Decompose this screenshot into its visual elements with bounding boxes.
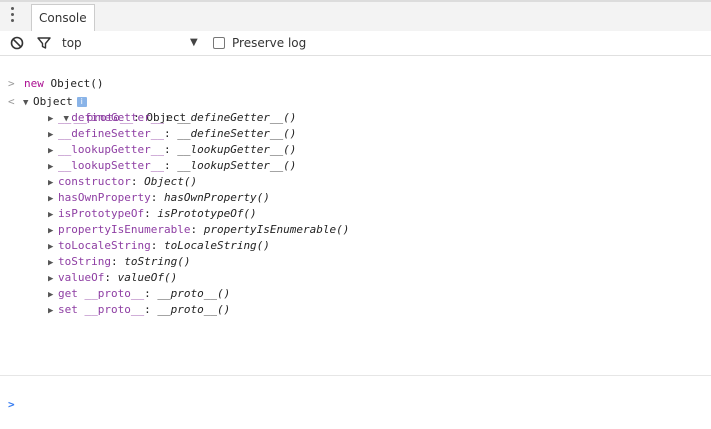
- console-prompt-icon: >: [8, 398, 15, 411]
- collapse-triangle-icon[interactable]: ▶: [48, 143, 58, 159]
- proto-member-row[interactable]: ▶ __defineGetter__: __defineGetter__(): [48, 110, 296, 126]
- separator: :: [130, 175, 145, 188]
- proto-member-name: isPrototypeOf: [58, 207, 145, 220]
- proto-member-row[interactable]: ▶ get __proto__: __proto__(): [48, 286, 230, 302]
- separator: :: [163, 127, 178, 140]
- console-result-line[interactable]: < ▼ Object i: [0, 78, 87, 108]
- proto-member-row[interactable]: ▶ isPrototypeOf: isPrototypeOf(): [48, 206, 257, 222]
- collapse-triangle-icon[interactable]: ▶: [48, 175, 58, 191]
- proto-member-value: __defineSetter__(): [177, 127, 297, 140]
- proto-member-value: toString(): [124, 255, 191, 268]
- proto-member-value: valueOf(): [117, 271, 178, 284]
- console-prompt-line[interactable]: >: [0, 381, 27, 411]
- proto-member-name: propertyIsEnumerable: [58, 223, 191, 236]
- proto-member-value: Object(): [144, 175, 198, 188]
- collapse-triangle-icon[interactable]: ▶: [48, 223, 58, 239]
- clear-console-icon[interactable]: [9, 35, 25, 51]
- console-input-line: > new Object(): [0, 60, 103, 90]
- separator: :: [163, 111, 178, 124]
- proto-member-name: __defineGetter__: [58, 111, 164, 124]
- separator: :: [163, 143, 178, 156]
- context-selector-label: top: [62, 36, 82, 50]
- separator: :: [190, 223, 204, 236]
- collapse-triangle-icon[interactable]: ▶: [48, 271, 58, 287]
- console-divider: [0, 375, 711, 376]
- more-tabs-menu-icon[interactable]: [10, 7, 16, 25]
- collapse-triangle-icon[interactable]: ▶: [48, 127, 58, 143]
- devtools-tabbar: Console: [0, 0, 711, 32]
- result-prompt-icon: <: [8, 95, 15, 108]
- input-command: Object(): [43, 77, 104, 90]
- proto-member-name: valueOf: [58, 271, 105, 284]
- proto-member-row[interactable]: ▶ __lookupGetter__: __lookupGetter__(): [48, 142, 296, 158]
- proto-member-name: toString: [58, 255, 111, 268]
- proto-member-value: propertyIsEnumerable(): [203, 223, 350, 236]
- proto-member-name: __lookupGetter__: [58, 143, 164, 156]
- console-toolbar: top ▼ Preserve log: [0, 31, 711, 56]
- separator: :: [144, 287, 158, 300]
- proto-member-row[interactable]: ▶ __defineSetter__: __defineSetter__(): [48, 126, 296, 142]
- preserve-log-label: Preserve log: [232, 36, 307, 50]
- preserve-log-checkbox[interactable]: [213, 36, 225, 49]
- context-selector[interactable]: top ▼: [62, 31, 202, 55]
- proto-member-row[interactable]: ▶ valueOf: valueOf(): [48, 270, 177, 286]
- proto-member-row[interactable]: ▶ propertyIsEnumerable: propertyIsEnumera…: [48, 222, 349, 238]
- collapse-triangle-icon[interactable]: ▶: [48, 207, 58, 223]
- proto-member-name: __lookupSetter__: [58, 159, 164, 172]
- separator: :: [104, 271, 118, 284]
- proto-member-row[interactable]: ▶ toString: toString(): [48, 254, 190, 270]
- proto-member-value: __proto__(): [157, 287, 231, 300]
- input-keyword: new: [24, 77, 44, 90]
- filter-icon[interactable]: [36, 35, 52, 51]
- collapse-triangle-icon[interactable]: ▶: [48, 159, 58, 175]
- proto-member-row[interactable]: ▶ toLocaleString: toLocaleString(): [48, 238, 270, 254]
- expand-triangle-icon[interactable]: ▼: [23, 95, 33, 111]
- separator: :: [110, 255, 125, 268]
- proto-member-value: __defineGetter__(): [177, 111, 297, 124]
- collapse-triangle-icon[interactable]: ▶: [48, 303, 58, 319]
- proto-member-value: isPrototypeOf(): [157, 207, 257, 220]
- proto-member-value: __lookupGetter__(): [177, 143, 297, 156]
- proto-member-name: set __proto__: [58, 303, 145, 316]
- window-top-strip: [0, 0, 711, 2]
- proto-member-row[interactable]: ▶ hasOwnProperty: hasOwnProperty(): [48, 190, 270, 206]
- preserve-log-toggle[interactable]: Preserve log: [212, 31, 306, 55]
- collapse-triangle-icon[interactable]: ▶: [48, 255, 58, 271]
- proto-member-value: toLocaleString(): [163, 239, 270, 252]
- separator: :: [144, 303, 158, 316]
- proto-member-value: __lookupSetter__(): [177, 159, 297, 172]
- proto-member-value: hasOwnProperty(): [163, 191, 270, 204]
- collapse-triangle-icon[interactable]: ▶: [48, 287, 58, 303]
- separator: :: [163, 159, 178, 172]
- proto-member-name: toLocaleString: [58, 239, 151, 252]
- separator: :: [150, 191, 164, 204]
- proto-member-name: hasOwnProperty: [58, 191, 151, 204]
- proto-row[interactable]: ▼ __proto__: Object: [37, 94, 187, 124]
- separator: :: [144, 207, 158, 220]
- proto-member-name: __defineSetter__: [58, 127, 164, 140]
- separator: :: [150, 239, 164, 252]
- collapse-triangle-icon[interactable]: ▶: [48, 111, 58, 127]
- proto-member-row[interactable]: ▶ set __proto__: __proto__(): [48, 302, 230, 318]
- proto-member-row[interactable]: ▶ __lookupSetter__: __lookupSetter__(): [48, 158, 296, 174]
- dropdown-arrow-icon: ▼: [190, 37, 198, 48]
- collapse-triangle-icon[interactable]: ▶: [48, 191, 58, 207]
- collapse-triangle-icon[interactable]: ▶: [48, 239, 58, 255]
- proto-member-name: constructor: [58, 175, 131, 188]
- proto-member-row[interactable]: ▶ constructor: Object(): [48, 174, 197, 190]
- tab-console[interactable]: Console: [31, 4, 95, 32]
- proto-member-name: get __proto__: [58, 287, 145, 300]
- proto-member-value: __proto__(): [157, 303, 231, 316]
